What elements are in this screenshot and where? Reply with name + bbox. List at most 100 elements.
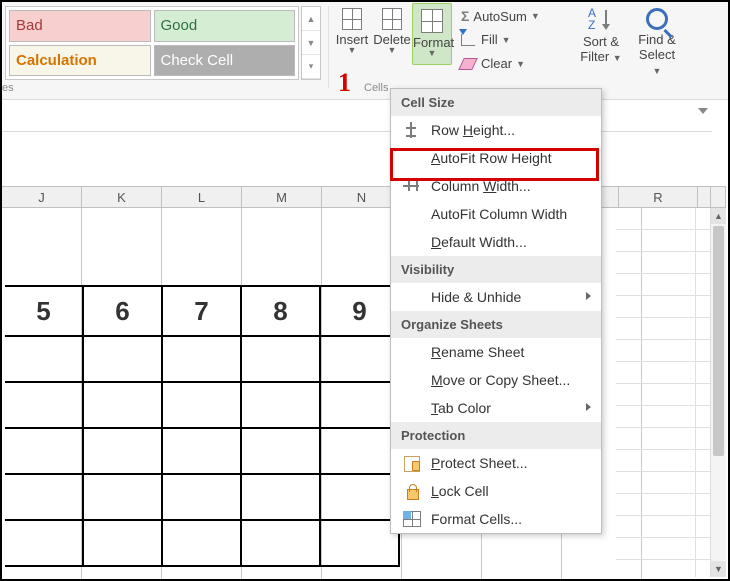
cell-styles-gallery[interactable]: Bad Good Calculation Check Cell xyxy=(5,6,299,80)
clear-label: Clear xyxy=(481,56,512,71)
menu-label: AutoFit Column Width xyxy=(431,206,567,222)
menu-column-width[interactable]: Column Width... xyxy=(391,172,601,200)
menu-label: AutoFit Row Height xyxy=(431,150,552,166)
scroll-up-icon[interactable]: ▲ xyxy=(711,208,726,224)
table-cell[interactable]: 7 xyxy=(163,287,242,337)
chevron-right-icon xyxy=(586,292,591,300)
scroll-thumb[interactable] xyxy=(713,226,724,456)
autosum-label: AutoSum xyxy=(473,9,526,24)
ribbon: Bad Good Calculation Check Cell ▲ ▼ ▾ es… xyxy=(2,2,728,100)
menu-header-cellsize: Cell Size xyxy=(391,89,601,116)
bordered-table[interactable]: 5 6 7 8 9 xyxy=(5,285,401,567)
format-cells-icon xyxy=(403,511,421,527)
menu-hide-unhide[interactable]: Hide & Unhide xyxy=(391,283,601,311)
lock-icon xyxy=(403,483,421,499)
menu-label: Lock Cell xyxy=(431,483,489,499)
find-select-button[interactable]: Find & Select ▼ xyxy=(633,8,681,77)
menu-autofit-row-height[interactable]: AutoFit Row Height xyxy=(391,144,601,172)
table-cell[interactable]: 6 xyxy=(84,287,163,337)
protect-sheet-icon xyxy=(403,455,421,471)
insert-button[interactable]: Insert ▼ xyxy=(332,8,372,66)
style-bad[interactable]: Bad xyxy=(9,10,151,42)
annotation-1: 1 xyxy=(338,68,351,98)
menu-header-visibility: Visibility xyxy=(391,256,601,283)
styles-gallery-scroll[interactable]: ▲ ▼ ▾ xyxy=(301,6,321,80)
autosum-button[interactable]: AutoSum ▼ xyxy=(461,8,540,24)
cells-group-label: Cells xyxy=(364,82,388,94)
menu-label: Tab Color xyxy=(431,400,491,416)
menu-label: Hide & Unhide xyxy=(431,289,521,305)
search-icon xyxy=(646,8,668,30)
styles-group-label: es xyxy=(2,82,14,94)
expand-gallery-icon[interactable]: ▾ xyxy=(302,55,320,79)
eraser-icon xyxy=(458,58,478,70)
clear-button[interactable]: Clear ▼ xyxy=(461,56,525,71)
menu-label: Format Cells... xyxy=(431,511,522,527)
menu-label: Move or Copy Sheet... xyxy=(431,372,570,388)
menu-label: Row Height... xyxy=(431,122,515,138)
spacer-icon xyxy=(403,344,421,360)
style-check-cell[interactable]: Check Cell xyxy=(154,45,296,77)
spacer-icon xyxy=(403,400,421,416)
style-good[interactable]: Good xyxy=(154,10,296,42)
menu-move-copy-sheet[interactable]: Move or Copy Sheet... xyxy=(391,366,601,394)
spacer-icon xyxy=(403,372,421,388)
menu-label: Protect Sheet... xyxy=(431,455,528,471)
menu-autofit-column-width[interactable]: AutoFit Column Width xyxy=(391,200,601,228)
column-headers[interactable]: J K L M N xyxy=(2,186,712,208)
chevron-up-icon[interactable]: ▲ xyxy=(302,7,320,31)
menu-header-protection: Protection xyxy=(391,422,601,449)
scroll-down-icon[interactable]: ▼ xyxy=(711,561,726,577)
chevron-down-icon[interactable]: ▼ xyxy=(302,31,320,55)
sort-filter-label1: Sort & xyxy=(583,34,619,49)
menu-protect-sheet[interactable]: Protect Sheet... xyxy=(391,449,601,477)
delete-icon xyxy=(382,8,402,30)
table-cell[interactable]: 5 xyxy=(5,287,84,337)
menu-row-height[interactable]: Row Height... xyxy=(391,116,601,144)
chevron-right-icon xyxy=(586,403,591,411)
spacer-icon xyxy=(403,289,421,305)
sort-icon xyxy=(588,8,614,32)
spreadsheet-viewport[interactable]: J K L M N 5 6 7 8 9 xyxy=(2,132,712,579)
col-header[interactable]: L xyxy=(162,187,242,207)
sort-filter-button[interactable]: Sort & Filter ▼ xyxy=(577,8,625,64)
style-calculation[interactable]: Calculation xyxy=(9,45,151,77)
format-dropdown: Cell Size Row Height... AutoFit Row Heig… xyxy=(390,88,602,534)
format-button[interactable]: Format ▼ xyxy=(412,3,452,65)
col-header[interactable]: K xyxy=(82,187,162,207)
fill-label: Fill xyxy=(481,32,498,47)
col-header[interactable]: M xyxy=(242,187,322,207)
menu-tab-color[interactable]: Tab Color xyxy=(391,394,601,422)
col-header[interactable]: R xyxy=(618,186,698,208)
fill-button[interactable]: Fill ▼ xyxy=(461,32,511,47)
formula-bar[interactable] xyxy=(2,100,712,132)
column-width-icon xyxy=(403,178,421,194)
format-icon xyxy=(421,9,443,33)
spacer-icon xyxy=(403,206,421,222)
vertical-scrollbar[interactable]: ▲ ▼ xyxy=(710,208,726,577)
menu-label: Rename Sheet xyxy=(431,344,524,360)
delete-button[interactable]: Delete ▼ xyxy=(372,8,412,66)
menu-label: Column Width... xyxy=(431,178,531,194)
spacer-icon xyxy=(403,150,421,166)
expand-formula-bar-icon[interactable] xyxy=(698,108,708,114)
menu-header-organize: Organize Sheets xyxy=(391,311,601,338)
fill-icon xyxy=(461,34,475,46)
row-height-icon xyxy=(403,122,421,138)
menu-label: Default Width... xyxy=(431,234,527,250)
menu-rename-sheet[interactable]: Rename Sheet xyxy=(391,338,601,366)
find-select-label2: Select xyxy=(639,47,675,62)
sheet-corner[interactable] xyxy=(710,186,726,208)
chevron-down-icon: ▼ xyxy=(502,35,511,45)
menu-default-width[interactable]: Default Width... xyxy=(391,228,601,256)
menu-format-cells[interactable]: Format Cells... xyxy=(391,505,601,533)
menu-lock-cell[interactable]: Lock Cell xyxy=(391,477,601,505)
chevron-down-icon: ▼ xyxy=(531,11,540,21)
insert-icon xyxy=(342,8,362,30)
cell-grid-right[interactable] xyxy=(616,208,710,577)
table-cell[interactable]: 8 xyxy=(242,287,321,337)
col-header[interactable]: J xyxy=(2,187,82,207)
editing-group: AutoSum ▼ Fill ▼ Clear ▼ Sort & Filter ▼… xyxy=(457,4,722,86)
ribbon-separator xyxy=(328,6,329,88)
table-cell[interactable]: 9 xyxy=(321,287,400,337)
